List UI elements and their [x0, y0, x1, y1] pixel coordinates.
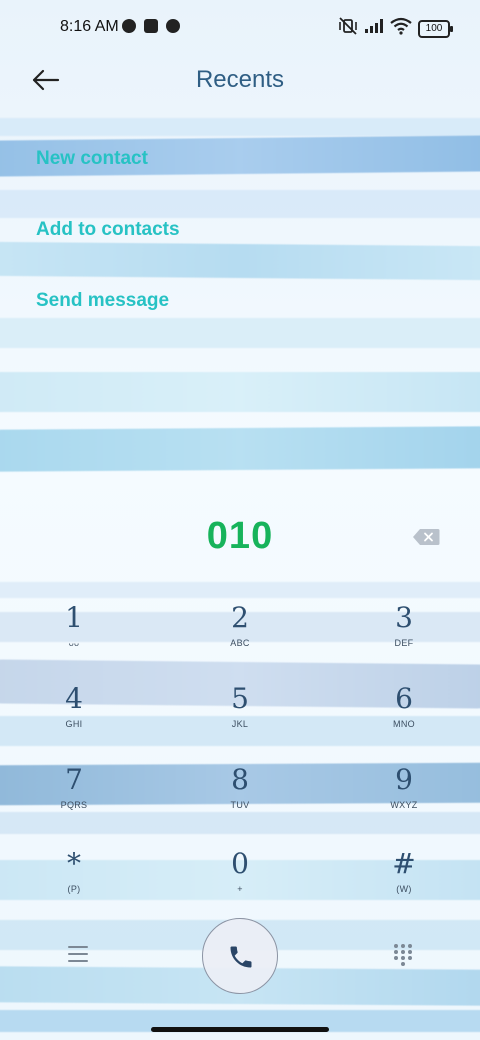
key-digit: 4 [65, 682, 83, 715]
notification-square-icon [144, 19, 158, 33]
bg-stripe [0, 318, 480, 348]
key-digit: 5 [231, 682, 249, 715]
key-digit: 6 [395, 682, 413, 715]
status-time: 8:16 AM [60, 18, 119, 35]
key-7[interactable]: 7 PQRS [14, 764, 134, 834]
bg-stripe [0, 241, 480, 281]
send-message-button[interactable]: Send message [36, 290, 169, 312]
key-digit: 9 [395, 763, 413, 796]
key-5[interactable]: 5 JKL [180, 683, 300, 753]
key-letters: + [237, 884, 243, 894]
key-star[interactable]: * (P) [14, 848, 134, 918]
bg-stripe [0, 582, 480, 598]
key-letters: MNO [393, 719, 415, 729]
vibrate-off-icon [339, 17, 357, 35]
call-button[interactable] [202, 918, 278, 994]
key-letters: WXYZ [390, 800, 418, 810]
home-indicator[interactable] [151, 1027, 329, 1032]
status-bar: 8:16 AM 100 [0, 0, 480, 56]
key-1[interactable]: 1 ᴗᴗ [14, 602, 134, 672]
key-4[interactable]: 4 GHI [14, 683, 134, 753]
key-letters: JKL [231, 719, 249, 729]
dialpad-icon[interactable] [394, 944, 412, 966]
wifi-icon [390, 17, 412, 35]
key-2[interactable]: 2 ABC [180, 602, 300, 672]
battery-icon: 100 [418, 20, 453, 38]
key-digit: * [67, 847, 81, 880]
key-letters: DEF [394, 638, 414, 648]
new-contact-button[interactable]: New contact [36, 148, 148, 170]
notification-icon [166, 19, 180, 33]
key-letters: (W) [396, 884, 412, 894]
key-digit: 1 [65, 601, 83, 634]
voicemail-icon: ᴗᴗ [68, 638, 80, 648]
key-digit: # [392, 847, 416, 880]
menu-icon[interactable] [68, 946, 88, 964]
signal-icon [365, 19, 383, 33]
key-hash[interactable]: # (W) [344, 848, 464, 918]
key-9[interactable]: 9 WXYZ [344, 764, 464, 834]
page-title: Recents [195, 66, 285, 93]
key-3[interactable]: 3 DEF [344, 602, 464, 672]
add-to-contacts-button[interactable]: Add to contacts [36, 219, 180, 241]
notification-icon [122, 19, 136, 33]
bg-stripe [0, 118, 480, 136]
key-8[interactable]: 8 TUV [180, 764, 300, 834]
key-letters: GHI [65, 719, 83, 729]
bg-stripe [0, 190, 480, 218]
dialer-screen: 8:16 AM 100 Recents New contact Add to c… [0, 0, 480, 1040]
bg-stripe [0, 372, 480, 412]
key-6[interactable]: 6 MNO [344, 683, 464, 753]
bg-stripe [0, 426, 480, 472]
key-digit: 7 [65, 763, 83, 796]
key-0[interactable]: 0 + [180, 848, 300, 918]
key-digit: 3 [395, 601, 413, 634]
key-digit: 2 [231, 601, 249, 634]
key-letters: TUV [230, 800, 250, 810]
key-letters: PQRS [60, 800, 88, 810]
backspace-icon[interactable] [412, 528, 440, 546]
dialed-number: 010 [206, 515, 274, 557]
key-letters: ABC [230, 638, 250, 648]
phone-icon [230, 946, 252, 968]
key-digit: 8 [231, 763, 249, 796]
key-digit: 0 [231, 847, 249, 880]
key-letters: (P) [67, 884, 81, 894]
